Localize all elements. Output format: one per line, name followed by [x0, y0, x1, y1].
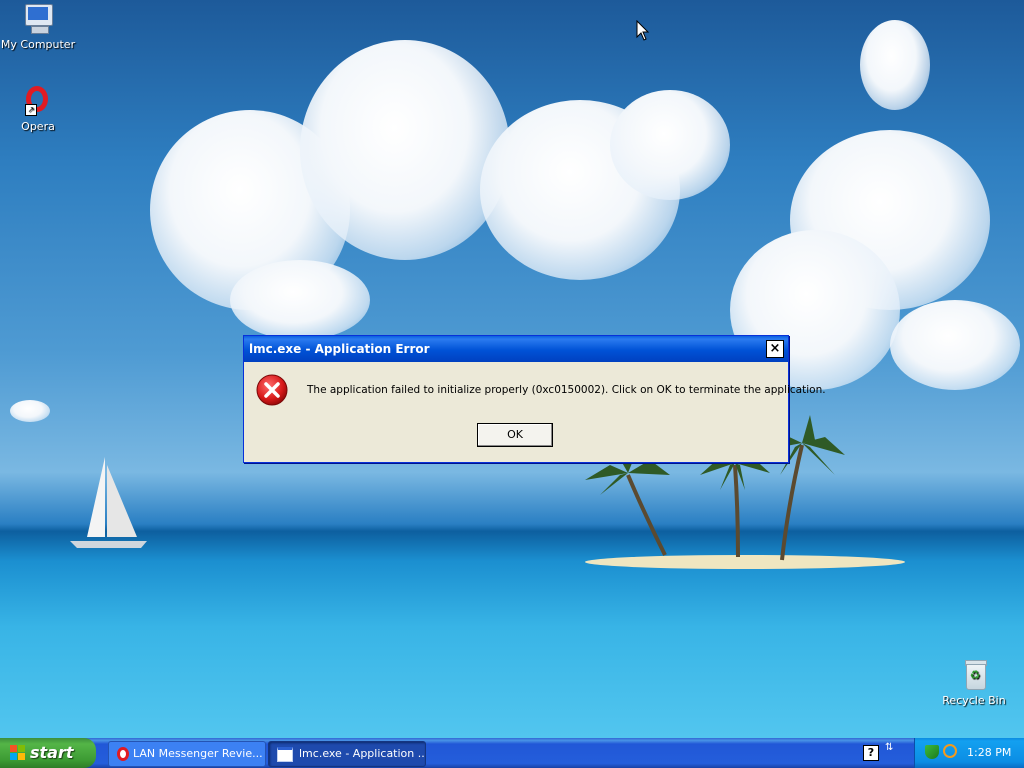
ok-button[interactable]: OK — [477, 423, 553, 447]
cloud-shape — [10, 400, 50, 422]
start-button[interactable]: start — [0, 738, 96, 768]
taskbar-button-label: LAN Messenger Revie... — [133, 747, 263, 760]
cloud-shape — [230, 260, 370, 340]
cloud-shape — [300, 40, 510, 260]
desktop-icon-label: Opera — [21, 120, 55, 133]
desktop-icon-my-computer[interactable]: My Computer — [0, 2, 76, 51]
desktop-icon-label: Recycle Bin — [942, 694, 1006, 707]
desktop-icon-label: My Computer — [0, 38, 76, 51]
opera-icon: ↗ — [21, 84, 55, 118]
taskbar-button-label: lmc.exe - Application ... — [299, 747, 426, 760]
start-label: start — [30, 743, 74, 762]
sailboat — [70, 457, 147, 548]
taskbar-button-lmc-error[interactable]: lmc.exe - Application ... — [268, 741, 426, 767]
opera-icon — [117, 747, 129, 761]
windows-logo-icon — [10, 745, 26, 761]
desktop-icon-recycle-bin[interactable]: ♻ Recycle Bin — [936, 658, 1012, 707]
desktop-icon-opera[interactable]: ↗ Opera — [0, 84, 76, 133]
cloud-shape — [860, 20, 930, 110]
help-icon[interactable]: ? — [863, 745, 879, 761]
mouse-cursor-icon — [636, 20, 650, 41]
system-tray: 1:28 PM — [914, 738, 1024, 768]
taskbar-button-lan-messenger[interactable]: LAN Messenger Revie... — [108, 741, 266, 767]
dialog-titlebar[interactable]: lmc.exe - Application Error × — [244, 336, 788, 362]
desktop: My Computer ↗ Opera ♻ Recycle Bin lmc.ex… — [0, 0, 1024, 738]
error-icon — [256, 374, 288, 406]
my-computer-icon — [21, 2, 55, 36]
error-message: The application failed to initialize pro… — [307, 384, 826, 396]
network-icon[interactable]: ⇅ — [885, 743, 897, 760]
window-icon — [277, 746, 293, 762]
close-button[interactable]: × — [766, 340, 784, 358]
error-dialog: lmc.exe - Application Error × The applic… — [243, 335, 826, 463]
shield-icon[interactable] — [925, 745, 939, 759]
cloud-shape — [890, 300, 1020, 390]
search-icon[interactable] — [943, 744, 957, 758]
recycle-bin-icon: ♻ — [957, 658, 991, 692]
close-icon: × — [769, 341, 781, 356]
dialog-title: lmc.exe - Application Error — [249, 342, 430, 356]
cloud-shape — [610, 90, 730, 200]
clock[interactable]: 1:28 PM — [967, 738, 1011, 768]
taskbar: start LAN Messenger Revie... lmc.exe - A… — [0, 738, 1024, 768]
